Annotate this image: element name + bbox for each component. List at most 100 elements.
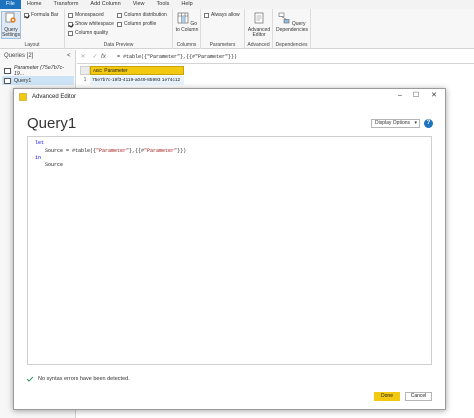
- tab-home[interactable]: Home: [21, 0, 48, 9]
- advanced-editor-label: Advanced Editor: [247, 26, 271, 38]
- cancel-button[interactable]: Cancel: [405, 392, 432, 401]
- always-allow-label: Always allow: [211, 12, 240, 18]
- dependencies-group: Query Dependencies Dependencies: [273, 9, 311, 49]
- column-distribution-label: Column distribution: [124, 12, 167, 18]
- query-item-parameter[interactable]: Parameter (75e7b7c-19...: [2, 64, 74, 77]
- data-preview-group-label: Data Preview: [103, 42, 134, 48]
- code-line-1: let: [35, 140, 44, 146]
- help-icon[interactable]: ?: [424, 119, 433, 128]
- code-line-3: in: [35, 155, 41, 161]
- menu-bar: File Home Transform Add Column View Tool…: [0, 0, 474, 9]
- query-settings-label: Query Settings: [2, 26, 21, 38]
- chevron-down-icon: ▾: [414, 120, 417, 126]
- checkbox[interactable]: [68, 12, 73, 18]
- confirm-icon[interactable]: ✓: [89, 53, 101, 60]
- columns-group-label: Columns: [176, 42, 197, 48]
- data-preview-group: Monospaced Show whitespace Column qualit…: [65, 9, 173, 49]
- column-quality-label: Column quality: [75, 30, 109, 36]
- done-button[interactable]: Done: [374, 392, 400, 401]
- column-header-label: Parameter: [104, 67, 128, 74]
- code-mid: },{{#: [129, 148, 145, 154]
- minimize-icon[interactable]: –: [393, 91, 407, 101]
- column-type-icon: ABC: [93, 68, 103, 73]
- syntax-status-text: No syntax errors have been detected.: [38, 376, 130, 382]
- formula-bar: ✕ ✓ fx = #table({"Parameter"},{{#"Parame…: [77, 50, 474, 64]
- code-source-prefix: Source = #table({: [45, 148, 97, 154]
- query-item-label: Parameter (75e7b7c-19...: [13, 64, 65, 77]
- fx-icon[interactable]: fx: [101, 53, 111, 60]
- code-line-2: Source = #table({"Parameter"},{{#"Parame…: [45, 148, 186, 154]
- syntax-status: No syntax errors have been detected.: [26, 375, 130, 382]
- layout-group: Query Settings Formula Bar Layout: [0, 9, 65, 49]
- table-menu-icon[interactable]: [80, 66, 90, 75]
- dialog-titlebar: Advanced Editor – ☐ ✕: [14, 89, 445, 104]
- display-options-label: Display Options: [375, 120, 411, 126]
- table-icon: [4, 77, 11, 84]
- keyword-let: let: [35, 140, 45, 146]
- show-whitespace-toggle[interactable]: Show whitespace: [68, 21, 114, 27]
- keyword-in: in: [35, 155, 42, 161]
- query-dependencies-button[interactable]: Query Dependencies: [276, 12, 308, 33]
- column-header-parameter[interactable]: ABC Parameter: [90, 66, 184, 75]
- tab-view[interactable]: View: [127, 0, 151, 9]
- parameters-group: Always allow Parameters: [201, 9, 245, 49]
- checkbox[interactable]: [117, 21, 122, 27]
- checkbox[interactable]: [24, 12, 29, 18]
- go-to-column-button[interactable]: Go to Column: [175, 12, 199, 33]
- tab-tools[interactable]: Tools: [151, 0, 176, 9]
- advanced-editor-button[interactable]: Advanced Editor: [247, 12, 271, 39]
- table-cell[interactable]: 75e7b7c-19f3-4119-a049-85993 1e74c12: [90, 76, 184, 85]
- tab-help[interactable]: Help: [175, 0, 198, 9]
- app-icon: [19, 92, 27, 101]
- column-distribution-toggle[interactable]: Column distribution: [117, 12, 167, 18]
- parameters-group-label: Parameters: [209, 42, 236, 48]
- always-allow-toggle[interactable]: Always allow: [204, 12, 240, 18]
- monospaced-toggle[interactable]: Monospaced: [68, 12, 104, 18]
- tab-add-column[interactable]: Add Column: [84, 0, 126, 9]
- column-quality-toggle[interactable]: Column quality: [68, 30, 108, 36]
- layout-group-label: Layout: [24, 42, 40, 48]
- checkbox[interactable]: [68, 30, 73, 36]
- advanced-editor-dialog: Advanced Editor – ☐ ✕ Query1 Display Opt…: [13, 88, 446, 410]
- grid-header: ABC Parameter: [80, 66, 184, 75]
- maximize-icon[interactable]: ☐: [409, 91, 423, 101]
- close-icon[interactable]: ✕: [427, 91, 441, 101]
- table-row: 1 75e7b7c-19f3-4119-a049-85993 1e74c12: [80, 76, 184, 85]
- formula-input[interactable]: = #table({"Parameter"},{{#"Parameter"}}): [117, 54, 237, 60]
- dependencies-group-label: Dependencies: [275, 42, 308, 48]
- advanced-group-label: Advanced: [247, 42, 270, 48]
- check-icon: [26, 375, 34, 382]
- query-name-heading: Query1: [27, 115, 77, 132]
- code-suffix: }}): [177, 148, 187, 154]
- tab-file[interactable]: File: [0, 0, 21, 9]
- cancel-icon[interactable]: ✕: [77, 53, 89, 60]
- query-settings-button[interactable]: Query Settings: [1, 11, 21, 39]
- checkbox[interactable]: [68, 21, 73, 27]
- document-icon: [254, 12, 264, 24]
- code-source: Source: [45, 162, 64, 168]
- columns-group: Go to Column Columns: [173, 9, 201, 49]
- code-line-4: Source: [45, 162, 63, 168]
- gear-icon: [5, 12, 16, 23]
- query-item-query1[interactable]: Query1: [2, 76, 74, 85]
- ribbon: Query Settings Formula Bar Layout Monosp…: [0, 9, 474, 49]
- table-icon: [177, 12, 189, 24]
- row-number: 1: [83, 77, 87, 83]
- column-profile-toggle[interactable]: Column profile: [117, 21, 156, 27]
- collapse-button[interactable]: <: [67, 53, 71, 59]
- checkbox[interactable]: [117, 12, 122, 18]
- formula-bar-label: Formula Bar: [31, 12, 59, 18]
- show-whitespace-label: Show whitespace: [75, 21, 114, 27]
- display-options-dropdown[interactable]: Display Options ▾: [371, 119, 420, 128]
- code-string-1: "Parameter": [96, 148, 130, 154]
- checkbox[interactable]: [204, 12, 209, 18]
- dialog-title: Advanced Editor: [32, 93, 77, 100]
- monospaced-label: Monospaced: [75, 12, 104, 18]
- code-string-2: "Parameter": [144, 148, 178, 154]
- query-item-label: Query1: [14, 77, 32, 84]
- parameter-icon: [4, 67, 11, 74]
- tab-transform[interactable]: Transform: [48, 0, 85, 9]
- code-editor[interactable]: let Source = #table({"Parameter"},{{#"Pa…: [27, 136, 432, 365]
- advanced-group: Advanced Editor Advanced: [245, 9, 273, 49]
- formula-bar-toggle[interactable]: Formula Bar: [24, 12, 59, 18]
